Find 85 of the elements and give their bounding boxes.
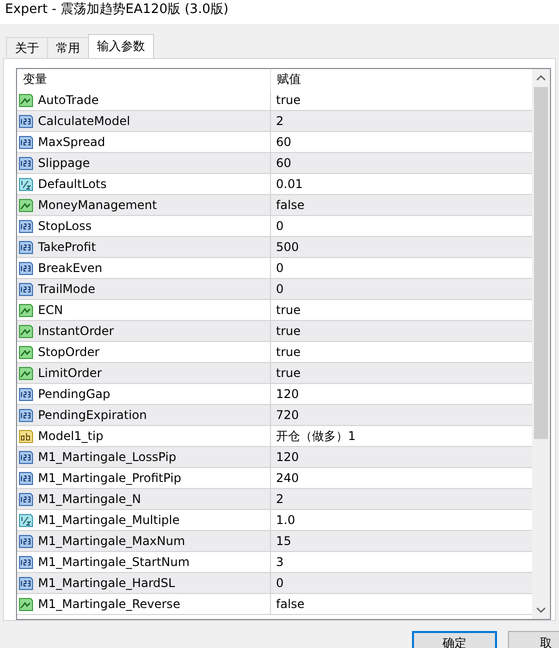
int-type-icon [18, 240, 34, 254]
double-type-icon [18, 512, 34, 528]
int-type-icon [18, 450, 34, 464]
int-type-icon [18, 470, 34, 486]
parameter-name: StopOrder [38, 344, 100, 361]
parameter-name: M1_Martingale_Multiple [38, 512, 180, 529]
parameter-value[interactable]: 0 [271, 258, 284, 278]
parameter-value[interactable]: 120 [271, 447, 299, 467]
int-type-icon [18, 282, 34, 296]
bool-type-icon [18, 596, 34, 612]
parameter-name: M1_Martingale_HardSL [38, 575, 175, 592]
parameter-value[interactable]: 3 [271, 552, 284, 572]
int-type-icon [18, 134, 34, 150]
parameter-name: M1_Martingale_Reverse [38, 596, 180, 613]
parameter-value[interactable]: 720 [271, 405, 299, 425]
parameter-value[interactable]: 0 [271, 573, 284, 593]
parameter-name: BreakEven [38, 260, 102, 277]
parameter-value[interactable]: 2 [271, 111, 284, 131]
int-type-icon [18, 554, 34, 570]
int-type-icon [18, 576, 34, 590]
parameter-value[interactable]: 1.0 [271, 510, 296, 530]
parameter-value[interactable]: false [271, 594, 305, 614]
parameter-value[interactable]: 60 [271, 153, 292, 173]
parameter-name: TakeProfit [38, 239, 96, 256]
tab[interactable]: 输入参数 [88, 34, 154, 58]
parameter-value[interactable]: 0 [271, 216, 284, 236]
parameter-value[interactable]: false [271, 195, 305, 215]
parameter-name: AutoTrade [38, 92, 99, 109]
bool-type-icon [18, 366, 34, 380]
parameter-name: M1_Martingale_MaxNum [38, 533, 186, 550]
parameter-name: M1_Martingale_LossPip [38, 449, 176, 466]
parameter-value[interactable]: 120 [271, 384, 299, 404]
scroll-down-icon[interactable] [536, 606, 546, 614]
parameter-name: CalculateModel [38, 113, 130, 130]
int-type-icon [18, 408, 34, 422]
parameter-value[interactable]: true [271, 300, 301, 320]
int-type-icon [18, 156, 34, 170]
int-type-icon [18, 534, 34, 548]
parameter-value[interactable]: true [271, 90, 301, 110]
parameter-name: ECN [38, 302, 63, 319]
bool-type-icon [18, 324, 34, 338]
parameter-name: StopLoss [38, 218, 92, 235]
scrollbar[interactable] [532, 69, 550, 619]
parameter-name: PendingGap [38, 386, 110, 403]
int-type-icon [18, 492, 34, 506]
column-header[interactable]: 赋值 [271, 69, 532, 90]
parameter-name: Slippage [38, 155, 90, 172]
scrollbar-thumb[interactable] [534, 87, 548, 439]
parameter-name: Model1_tip [38, 428, 104, 445]
int-type-icon [18, 218, 34, 234]
parameter-name: MaxSpread [38, 134, 106, 151]
tab[interactable]: 关于 [6, 37, 48, 58]
parameter-value[interactable]: true [271, 321, 301, 341]
parameter-name: M1_Martingale_StartNum [38, 554, 190, 571]
parameter-name: M1_Martingale_N [38, 491, 141, 508]
scroll-up-icon[interactable] [536, 74, 546, 82]
parameter-value[interactable]: 0 [271, 279, 284, 299]
parameter-value[interactable]: 500 [271, 237, 299, 257]
parameter-value[interactable]: 0.01 [271, 174, 303, 194]
bool-type-icon [18, 344, 34, 360]
dialog-button[interactable]: 确定 [412, 631, 497, 648]
parameter-value[interactable]: true [271, 363, 301, 383]
parameter-value[interactable]: 开仓（做多）1 [271, 426, 356, 446]
bool-type-icon [18, 198, 34, 212]
parameter-value[interactable]: 2 [271, 489, 284, 509]
int-type-icon [18, 386, 34, 402]
parameter-name: M1_Martingale_ProfitPip [38, 470, 182, 487]
string-type-icon [18, 428, 34, 444]
window-title: Expert - 震荡加趋势EA120版 (3.0版) [0, 0, 559, 24]
double-type-icon [18, 176, 34, 192]
parameter-name: TrailMode [38, 281, 96, 298]
bool-type-icon [18, 302, 34, 318]
parameter-name: LimitOrder [38, 365, 102, 382]
dialog-button[interactable]: 取 [508, 631, 559, 648]
bool-type-icon [18, 92, 34, 108]
int-type-icon [18, 114, 34, 128]
parameter-value[interactable]: 240 [271, 468, 299, 488]
parameter-value[interactable]: true [271, 342, 301, 362]
parameter-value[interactable]: 60 [271, 132, 292, 152]
int-type-icon [18, 260, 34, 276]
parameter-value[interactable]: 15 [271, 531, 292, 551]
parameter-name: DefaultLots [38, 176, 107, 193]
parameter-name: InstantOrder [38, 323, 114, 340]
parameter-name: PendingExpiration [38, 407, 147, 424]
parameter-name: MoneyManagement [38, 197, 157, 214]
